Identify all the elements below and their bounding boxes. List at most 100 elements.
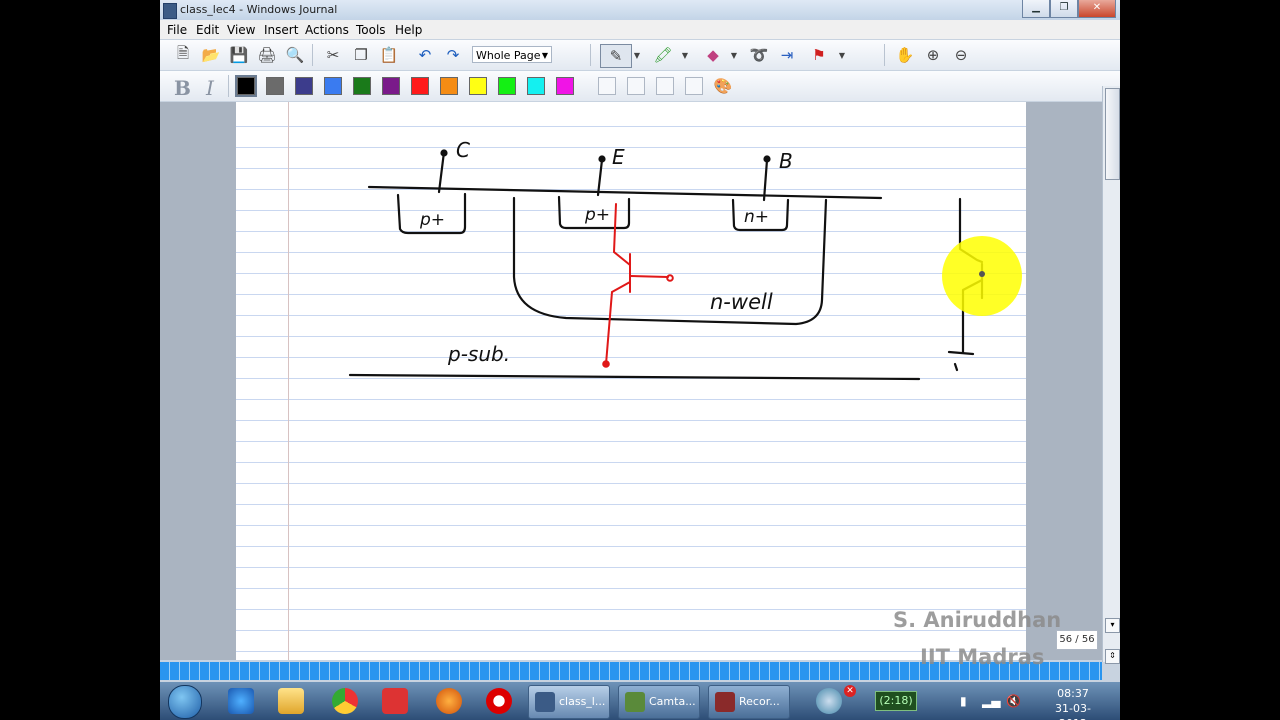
color-swatch[interactable] [469, 77, 487, 95]
pen-dropdown-icon[interactable]: ▼ [631, 44, 643, 66]
task-journal[interactable]: class_l... [528, 685, 610, 719]
find-icon[interactable]: 🔍 [284, 44, 306, 66]
color-swatch[interactable] [353, 77, 371, 95]
taskbar-clock[interactable]: 08:37 31-03-2012 [1048, 686, 1098, 720]
italic-button[interactable]: I [206, 76, 214, 100]
folder-icon[interactable] [278, 688, 304, 714]
desktop-screen: class_lec4 - Windows Journal ▁ ❐ ✕ File … [160, 0, 1120, 720]
label-pplus-1: p+ [419, 210, 445, 230]
color-swatch[interactable] [527, 77, 545, 95]
camtasia-icon [625, 692, 645, 712]
view-select[interactable]: Whole Page ▼ [472, 46, 552, 63]
color-swatch[interactable] [382, 77, 400, 95]
color-swatch[interactable] [295, 77, 313, 95]
custom-color-slot[interactable] [598, 77, 616, 95]
chevron-down-icon: ▼ [541, 51, 548, 60]
flag-icon[interactable]: ⚑ [808, 44, 830, 66]
toolbar-separator [312, 44, 313, 66]
menu-tools[interactable]: Tools [356, 23, 386, 37]
note-page[interactable]: C E B p+ p+ n+ n-well p-sub. [236, 102, 1026, 660]
volume-muted-icon[interactable]: 🔇 [1006, 694, 1021, 708]
pen-icon[interactable]: ✎ [600, 44, 632, 68]
paste-icon[interactable]: 📋 [378, 44, 400, 66]
watermark-institute: IIT Madras [920, 645, 1045, 669]
ink-terminal-b-dot [763, 155, 771, 163]
alert-badge-icon: ✕ [844, 685, 856, 697]
open-icon[interactable]: 📂 [200, 44, 222, 66]
color-swatch[interactable] [440, 77, 458, 95]
ink-surface-line [367, 185, 883, 200]
label-nplus: n+ [744, 207, 769, 227]
color-swatch[interactable] [324, 77, 342, 95]
undo-icon[interactable]: ↶ [414, 44, 436, 66]
task-journal-label: class_l... [559, 695, 606, 708]
scroll-next-page-icon[interactable]: ⇕ [1105, 649, 1120, 664]
clock-date: 31-03-2012 [1055, 702, 1091, 720]
ink-terminal-b-wire [762, 158, 769, 202]
menu-insert[interactable]: Insert [264, 23, 298, 37]
eraser-dropdown-icon[interactable]: ▼ [728, 44, 740, 66]
zoom-out-icon[interactable]: ⊖ [950, 44, 972, 66]
redo-icon[interactable]: ↷ [442, 44, 464, 66]
recorder-icon [715, 692, 735, 712]
menu-edit[interactable]: Edit [196, 23, 219, 37]
signal-icon[interactable]: ▂▄ [982, 694, 1000, 708]
journal-workspace[interactable]: C E B p+ p+ n+ n-well p-sub. [160, 102, 1102, 660]
scroll-thumb[interactable] [1105, 88, 1120, 180]
copy-icon[interactable]: ❐ [350, 44, 372, 66]
menu-help[interactable]: Help [395, 23, 422, 37]
clock-time: 08:37 [1057, 687, 1089, 700]
save-icon[interactable]: 💾 [228, 44, 250, 66]
highlighter-icon[interactable]: 🖍 [652, 44, 674, 66]
color-swatch[interactable] [266, 77, 284, 95]
ink-red-base-dot [666, 274, 674, 282]
app-red-icon[interactable] [382, 688, 408, 714]
battery-icon[interactable]: ▮ [960, 694, 967, 708]
task-recorder[interactable]: Recor... [708, 685, 790, 719]
color-picker-icon[interactable]: 🎨 [712, 75, 734, 97]
task-camtasia[interactable]: Camta... [618, 685, 700, 719]
battery-timer[interactable]: (2:18) [875, 691, 917, 711]
minimize-button[interactable]: ▁ [1022, 0, 1050, 18]
zoom-in-icon[interactable]: ⊕ [922, 44, 944, 66]
color-swatch[interactable] [235, 75, 257, 97]
start-button[interactable] [168, 685, 202, 719]
network-icon[interactable] [816, 688, 842, 714]
cut-icon[interactable]: ✂ [322, 44, 344, 66]
close-button[interactable]: ✕ [1078, 0, 1116, 18]
toolbar-separator [228, 75, 229, 97]
page-indicator: 56 / 56 [1056, 630, 1098, 650]
insert-space-icon[interactable]: ⇥ [776, 44, 798, 66]
print-icon[interactable]: 🖨 [256, 44, 278, 66]
pan-hand-icon[interactable]: ✋ [894, 44, 916, 66]
eraser-icon[interactable]: ◆ [702, 44, 724, 66]
menu-actions[interactable]: Actions [305, 23, 349, 37]
new-note-icon[interactable]: 🗎 [172, 44, 194, 66]
chrome-icon[interactable] [332, 688, 358, 714]
ink-red-emitter-wire [612, 203, 631, 266]
menu-view[interactable]: View [227, 23, 255, 37]
lasso-icon[interactable]: ➰ [748, 44, 770, 66]
vertical-scrollbar[interactable]: ▾ ⇕ [1102, 86, 1120, 664]
flag-dropdown-icon[interactable]: ▼ [836, 44, 848, 66]
ink-terminal-e-wire [596, 158, 604, 197]
custom-color-slot[interactable] [656, 77, 674, 95]
custom-color-slot[interactable] [627, 77, 645, 95]
watermark-author: S. Aniruddhan [893, 608, 1062, 632]
bold-button[interactable]: B [174, 76, 191, 100]
custom-color-slot[interactable] [685, 77, 703, 95]
highlighter-dropdown-icon[interactable]: ▼ [679, 44, 691, 66]
cursor-dot [979, 271, 985, 277]
ink-terminal-e-dot [598, 155, 606, 163]
ink-red-collector-wire [605, 281, 631, 365]
internet-explorer-icon[interactable] [228, 688, 254, 714]
color-swatch[interactable] [498, 77, 516, 95]
firefox-icon[interactable] [436, 688, 462, 714]
ink-red-base-wire [629, 275, 669, 278]
restore-button[interactable]: ❐ [1050, 0, 1078, 18]
color-swatch[interactable] [411, 77, 429, 95]
scroll-down-icon[interactable]: ▾ [1105, 618, 1120, 633]
opera-icon[interactable] [486, 688, 512, 714]
color-swatch[interactable] [556, 77, 574, 95]
menu-file[interactable]: File [167, 23, 187, 37]
